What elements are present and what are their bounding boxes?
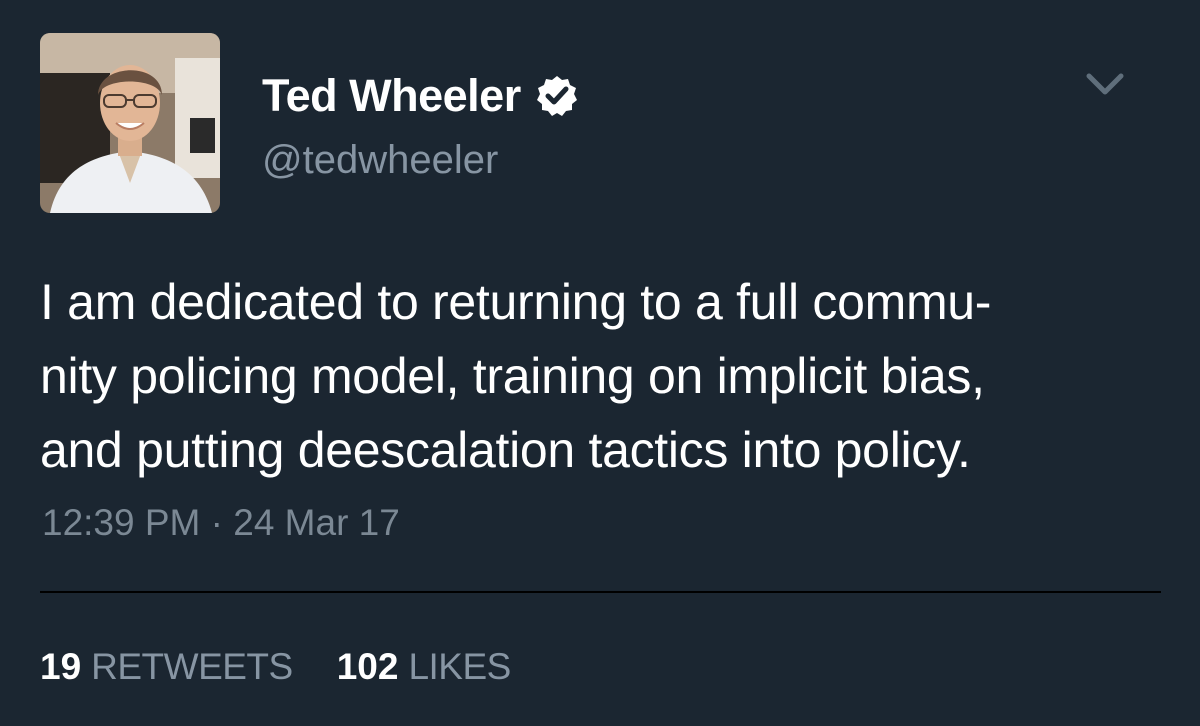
- retweets-count: 19: [40, 646, 82, 687]
- tweet-card: Ted Wheeler @tedwheeler I am dedicated t…: [0, 0, 1200, 726]
- author-name-row: Ted Wheeler: [262, 66, 579, 126]
- retweets-label: RETWEETS: [91, 646, 293, 687]
- avatar[interactable]: [40, 33, 220, 213]
- likes-label: LIKES: [408, 646, 511, 687]
- divider: [40, 591, 1161, 593]
- tweet-timestamp[interactable]: 12:39 PM · 24 Mar 17: [42, 502, 400, 544]
- author-handle[interactable]: @tedwheeler: [262, 138, 579, 183]
- tweet-author: Ted Wheeler @tedwheeler: [262, 66, 579, 183]
- tweet-text: I am dedicated to returning to a full co…: [40, 274, 992, 478]
- likes-stat[interactable]: 102 LIKES: [336, 646, 512, 688]
- verified-badge-icon: [535, 74, 579, 118]
- chevron-down-icon[interactable]: [1084, 70, 1126, 100]
- author-display-name[interactable]: Ted Wheeler: [262, 70, 521, 122]
- profile-photo-icon: [40, 33, 220, 213]
- tweet-stats: 19 RETWEETS 102 LIKES: [40, 646, 511, 688]
- likes-count: 102: [336, 646, 399, 687]
- retweets-stat[interactable]: 19 RETWEETS: [40, 646, 293, 688]
